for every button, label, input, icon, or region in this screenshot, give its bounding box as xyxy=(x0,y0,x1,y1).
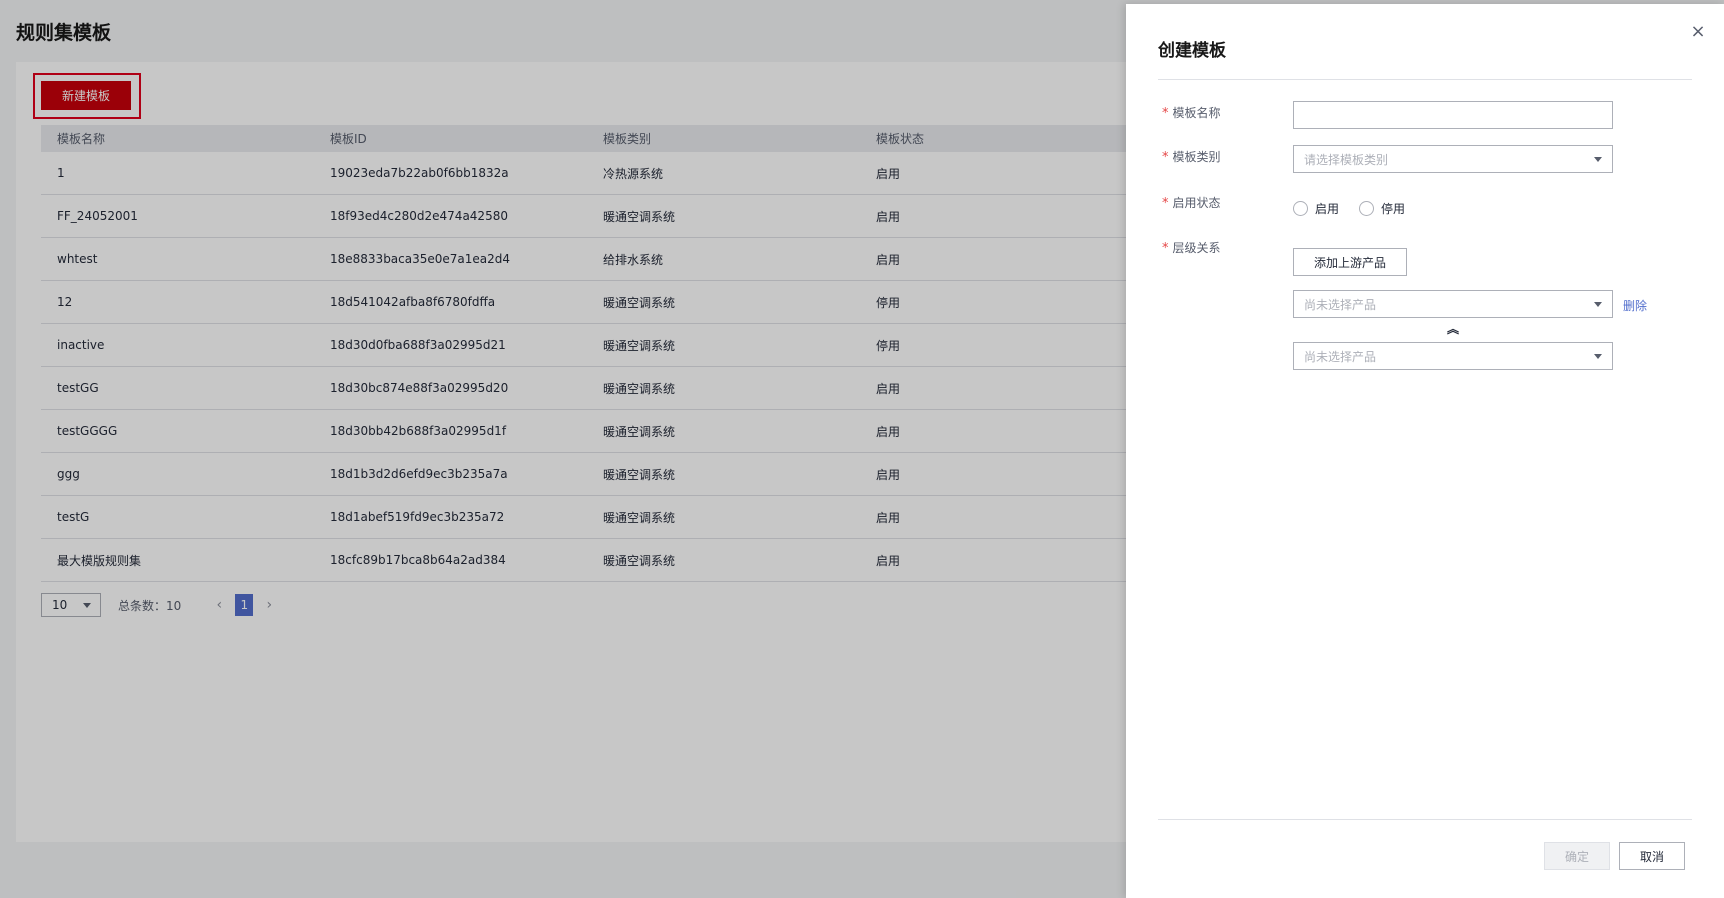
create-template-drawer: 创建模板 × * 模板名称 * 模板类别 请选择模板类别 * 启用状态 启用 停用 *… xyxy=(1126,4,1724,898)
status-option-disabled: 停用 xyxy=(1381,202,1406,216)
required-mark: * xyxy=(1162,150,1169,165)
chevron-down-icon xyxy=(1594,354,1602,359)
drawer-divider-bottom xyxy=(1158,819,1692,820)
drawer-title: 创建模板 xyxy=(1158,41,1226,61)
cancel-button[interactable]: 取消 xyxy=(1619,842,1685,870)
status-radio-group: 启用 停用 xyxy=(1293,200,1425,217)
product-select[interactable]: 尚未选择产品 xyxy=(1293,342,1613,370)
upstream-product-select[interactable]: 尚未选择产品 xyxy=(1293,290,1613,318)
product-placeholder: 尚未选择产品 xyxy=(1304,349,1377,364)
template-name-input[interactable] xyxy=(1293,101,1613,129)
confirm-button[interactable]: 确定 xyxy=(1544,842,1610,870)
status-option-enabled: 启用 xyxy=(1315,202,1340,216)
category-field-label: * 模板类别 xyxy=(1162,148,1221,165)
status-radio-enabled[interactable]: 启用 xyxy=(1293,200,1339,217)
radio-circle xyxy=(1359,201,1375,216)
category-label-text: 模板类别 xyxy=(1172,150,1221,164)
status-label-text: 启用状态 xyxy=(1172,196,1221,210)
double-chevron-up-icon: ︽ xyxy=(1446,322,1459,336)
drawer-divider-top xyxy=(1158,79,1692,80)
hierarchy-label-text: 层级关系 xyxy=(1172,241,1221,255)
hierarchy-field-label: * 层级关系 xyxy=(1162,239,1221,256)
close-icon[interactable]: × xyxy=(1690,23,1706,41)
category-placeholder: 请选择模板类别 xyxy=(1304,152,1389,167)
name-field-label: * 模板名称 xyxy=(1162,104,1221,121)
product-placeholder: 尚未选择产品 xyxy=(1304,297,1377,312)
required-mark: * xyxy=(1162,241,1169,256)
status-field-label: * 启用状态 xyxy=(1162,194,1221,211)
status-radio-disabled[interactable]: 停用 xyxy=(1359,200,1405,217)
chevron-down-icon xyxy=(1594,302,1602,307)
radio-circle xyxy=(1293,201,1308,216)
name-label-text: 模板名称 xyxy=(1172,106,1221,120)
chevron-down-icon xyxy=(1594,157,1602,162)
template-category-select[interactable]: 请选择模板类别 xyxy=(1293,145,1613,173)
delete-link[interactable]: 删除 xyxy=(1623,297,1647,314)
add-upstream-product-button[interactable]: 添加上游产品 xyxy=(1293,248,1407,276)
required-mark: * xyxy=(1162,106,1169,121)
required-mark: * xyxy=(1162,196,1169,211)
